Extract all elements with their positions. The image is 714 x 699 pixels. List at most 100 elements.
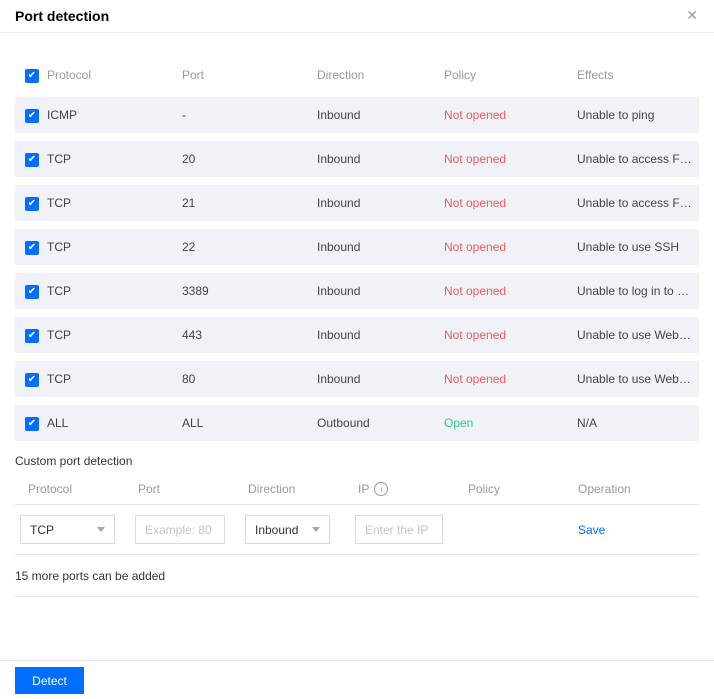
row-checkbox[interactable]: ✔ (25, 329, 39, 343)
row-checkbox-cell: ✔ (15, 327, 47, 343)
custom-table-header: Protocol Port Direction IP i Policy Oper… (15, 474, 699, 505)
check-icon: ✔ (28, 111, 36, 121)
cell-policy: Not opened (444, 152, 577, 166)
row-checkbox[interactable]: ✔ (25, 109, 39, 123)
direction-select-value: Inbound (255, 523, 298, 537)
row-checkbox-cell: ✔ (15, 283, 47, 299)
cell-direction: Inbound (317, 240, 444, 254)
cell-effects: Unable to use Web ser... (577, 328, 699, 342)
close-icon[interactable]: ✕ (686, 7, 698, 23)
custom-col-policy: Policy (455, 482, 565, 496)
row-checkbox[interactable]: ✔ (25, 197, 39, 211)
cell-policy: Not opened (444, 196, 577, 210)
cell-port: 80 (182, 372, 317, 386)
page-title: Port detection (15, 8, 109, 24)
cell-direction: Inbound (317, 108, 444, 122)
protocol-select-value: TCP (30, 523, 54, 537)
custom-col-ip: IP i (345, 482, 455, 496)
detect-button[interactable]: Detect (15, 667, 84, 694)
port-input[interactable] (135, 515, 225, 544)
col-header-port: Port (182, 68, 317, 82)
cell-effects: N/A (577, 416, 699, 430)
chevron-down-icon (97, 527, 105, 532)
custom-section-title: Custom port detection (15, 454, 699, 468)
ports-remaining-note: 15 more ports can be added (15, 555, 699, 597)
col-header-direction: Direction (317, 68, 444, 82)
cell-direction: Inbound (317, 372, 444, 386)
cell-port: - (182, 108, 317, 122)
check-icon: ✔ (28, 71, 36, 81)
cell-protocol: TCP (47, 328, 182, 342)
cell-protocol: TCP (47, 196, 182, 210)
select-all-checkbox[interactable]: ✔ (25, 69, 39, 83)
info-icon[interactable]: i (374, 482, 388, 496)
table-row: ✔ ICMP - Inbound Not opened Unable to pi… (15, 97, 699, 133)
custom-col-protocol: Protocol (15, 482, 125, 496)
col-header-policy: Policy (444, 68, 577, 82)
row-checkbox-cell: ✔ (15, 371, 47, 387)
row-checkbox-cell: ✔ (15, 415, 47, 431)
row-checkbox[interactable]: ✔ (25, 285, 39, 299)
direction-select[interactable]: Inbound (245, 515, 330, 544)
row-checkbox[interactable]: ✔ (25, 373, 39, 387)
table-body: ✔ ICMP - Inbound Not opened Unable to pi… (15, 97, 699, 441)
check-icon: ✔ (28, 331, 36, 341)
cell-protocol: ALL (47, 416, 182, 430)
cell-port: 21 (182, 196, 317, 210)
save-button[interactable]: Save (565, 523, 699, 537)
table-row: ✔ TCP 443 Inbound Not opened Unable to u… (15, 317, 699, 353)
protocol-select[interactable]: TCP (20, 515, 115, 544)
cell-policy: Not opened (444, 372, 577, 386)
table-header: ✔ Protocol Port Direction Policy Effects (15, 60, 699, 90)
port-detection-dialog: Port detection ✕ ✔ Protocol Port Directi… (0, 0, 714, 597)
col-header-protocol: Protocol (47, 68, 182, 82)
check-icon: ✔ (28, 155, 36, 165)
table-row: ✔ ALL ALL Outbound Open N/A (15, 405, 699, 441)
cell-effects: Unable to access FTP (577, 152, 699, 166)
dialog-content: ✔ Protocol Port Direction Policy Effects… (0, 60, 714, 597)
cell-port: 443 (182, 328, 317, 342)
row-checkbox-cell: ✔ (15, 239, 47, 255)
ip-input-cell (345, 515, 455, 544)
row-checkbox[interactable]: ✔ (25, 241, 39, 255)
row-checkbox[interactable]: ✔ (25, 153, 39, 167)
cell-effects: Unable to use SSH (577, 240, 699, 254)
row-checkbox-cell: ✔ (15, 151, 47, 167)
cell-direction: Outbound (317, 416, 444, 430)
check-icon: ✔ (28, 199, 36, 209)
cell-port: ALL (182, 416, 317, 430)
col-header-effects: Effects (577, 68, 699, 82)
cell-direction: Inbound (317, 152, 444, 166)
ip-input[interactable] (355, 515, 443, 544)
select-all-checkbox-cell: ✔ (15, 67, 47, 83)
row-checkbox-cell: ✔ (15, 107, 47, 123)
cell-protocol: TCP (47, 152, 182, 166)
cell-effects: Unable to log in to CVM (577, 284, 699, 298)
check-icon: ✔ (28, 243, 36, 253)
cell-direction: Inbound (317, 284, 444, 298)
check-icon: ✔ (28, 287, 36, 297)
custom-col-operation: Operation (565, 482, 699, 496)
cell-direction: Inbound (317, 196, 444, 210)
cell-policy: Not opened (444, 108, 577, 122)
cell-policy: Open (444, 416, 577, 430)
cell-direction: Inbound (317, 328, 444, 342)
dialog-header: Port detection (0, 0, 714, 33)
custom-col-direction: Direction (235, 482, 345, 496)
port-input-cell (125, 515, 235, 544)
cell-port: 22 (182, 240, 317, 254)
protocol-select-cell: TCP (15, 515, 125, 544)
table-row: ✔ TCP 3389 Inbound Not opened Unable to … (15, 273, 699, 309)
cell-policy: Not opened (444, 328, 577, 342)
table-row: ✔ TCP 80 Inbound Not opened Unable to us… (15, 361, 699, 397)
table-row: ✔ TCP 20 Inbound Not opened Unable to ac… (15, 141, 699, 177)
cell-protocol: TCP (47, 240, 182, 254)
check-icon: ✔ (28, 419, 36, 429)
check-icon: ✔ (28, 375, 36, 385)
direction-select-cell: Inbound (235, 515, 345, 544)
cell-protocol: TCP (47, 372, 182, 386)
cell-protocol: ICMP (47, 108, 182, 122)
row-checkbox[interactable]: ✔ (25, 417, 39, 431)
cell-protocol: TCP (47, 284, 182, 298)
cell-policy: Not opened (444, 240, 577, 254)
